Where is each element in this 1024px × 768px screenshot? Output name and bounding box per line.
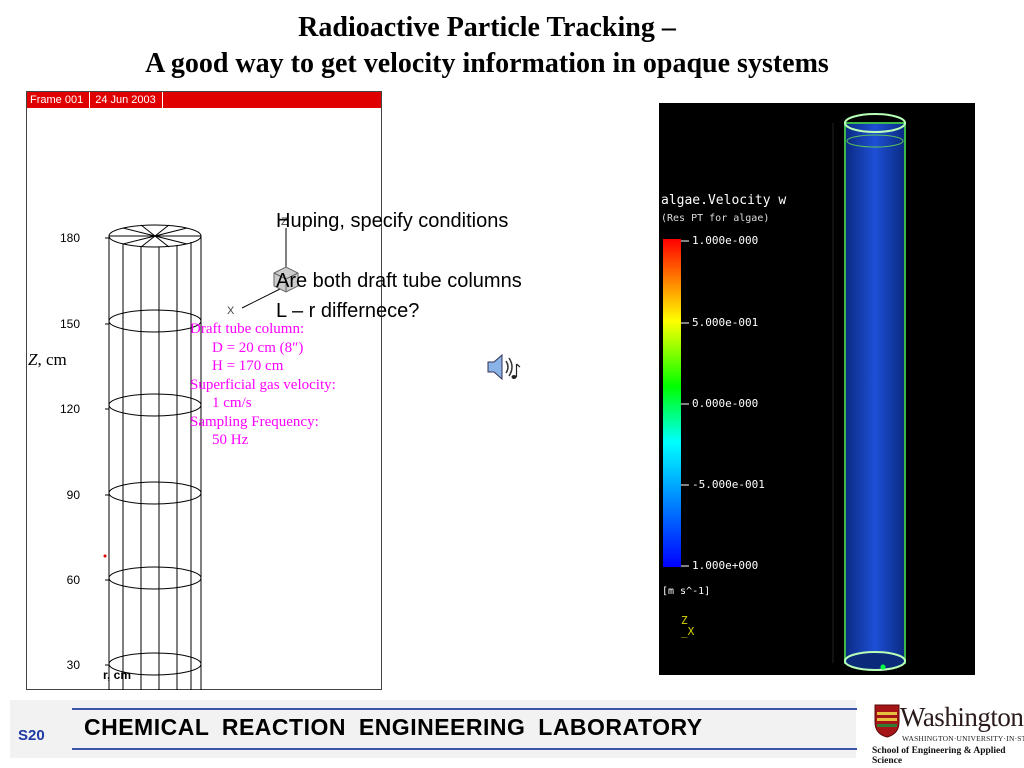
scale-label: 1.000e+000 [692, 559, 759, 572]
tracer-particle [103, 554, 107, 558]
university-logo: Washington WASHINGTON·UNIVERSITY·IN·ST·L… [872, 700, 1024, 766]
y-tick: 120 [60, 402, 80, 416]
lab-name: CHEMICAL REACTION ENGINEERING LABORATORY [84, 714, 703, 740]
y-axis-label-unit: , cm [37, 350, 67, 369]
y-tick: 60 [67, 573, 81, 587]
cfd-axis-x: _X [681, 625, 695, 638]
cond-line: Superficial gas velocity: [190, 376, 336, 393]
slide-number: S20 [18, 727, 45, 744]
frame-date: 24 Jun 2003 [95, 92, 163, 108]
axis-x-label: X [227, 305, 235, 317]
note-line: L – r differnece? [276, 300, 420, 322]
title-line-2: A good way to get velocity information i… [145, 48, 829, 79]
cond-line: 1 cm/s [212, 395, 252, 411]
y-tick: 180 [60, 231, 80, 245]
scale-label: 0.000e-000 [692, 397, 759, 410]
footer-rule-top [72, 708, 857, 710]
frame-bar: Frame 001 24 Jun 2003 [27, 92, 381, 108]
y-tick: 150 [60, 317, 80, 331]
cond-line: Sampling Frequency: [190, 413, 319, 430]
slide-title: Radioactive Particle Tracking – A good w… [0, 10, 974, 82]
cond-line: 50 Hz [212, 432, 249, 448]
cfd-variable-title: algae.Velocity w [661, 193, 787, 208]
y-tick: 90 [67, 488, 81, 502]
note-spacer [276, 236, 522, 266]
frame-number: Frame 001 [30, 92, 91, 108]
speaker-icon[interactable] [484, 350, 524, 389]
title-line-1: Radioactive Particle Tracking – [298, 12, 676, 43]
logo-wordmark: Washington [900, 702, 1024, 732]
x-axis-label: r, cm [103, 668, 132, 682]
notes-text: Huping, specify conditions Are both draf… [276, 206, 522, 326]
scale-label: -5.000e-001 [692, 478, 765, 491]
logo-university: WASHINGTON·UNIVERSITY·IN·ST·LOUIS [902, 734, 1024, 743]
footer-rule-bottom [72, 748, 857, 750]
cfd-axis-indicator: Z _X [681, 615, 694, 637]
scale-label: 1.000e-000 [692, 234, 759, 247]
scale-label: 5.000e-001 [692, 316, 759, 329]
note-line: Are both draft tube columns [276, 270, 522, 292]
logo-school: School of Engineering & Applied Science [872, 746, 1006, 766]
cfd-panel: algae.Velocity w (Res PT for algae) 1.00… [659, 103, 975, 675]
shield-icon [874, 704, 900, 738]
note-line: Huping, specify conditions [276, 210, 509, 232]
cond-line: H = 170 cm [212, 358, 284, 374]
footer-bar: S20 CHEMICAL REACTION ENGINEERING LABORA… [10, 700, 857, 758]
cfd-variable-subtitle: (Res PT for algae) [661, 213, 770, 224]
conditions-text: Draft tube column: D = 20 cm (8″) H = 17… [190, 320, 336, 450]
y-axis-label: Z, cm [28, 350, 67, 370]
draft-tube [844, 122, 906, 664]
color-scale-bar [663, 239, 681, 567]
unit-label: [m s^-1] [662, 586, 711, 597]
y-tick: 30 [67, 658, 81, 672]
cond-line: D = 20 cm (8″) [212, 339, 304, 356]
